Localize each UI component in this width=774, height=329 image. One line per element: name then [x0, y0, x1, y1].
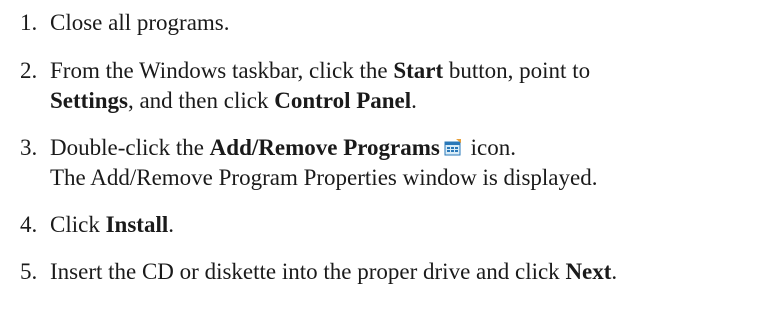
- step-number: 3.: [20, 135, 38, 160]
- step-3-line1-prefix: Double-click the: [50, 135, 210, 160]
- step-2-line2-end: .: [411, 88, 417, 113]
- step-text: Double-click the Add/Remove Programs ico…: [50, 133, 770, 193]
- step-3: 3. Double-click the Add/Remove Programs …: [20, 133, 770, 193]
- step-text: Insert the CD or diskette into the prope…: [50, 257, 770, 287]
- control-panel-label: Control Panel: [274, 88, 412, 113]
- step-text: From the Windows taskbar, click the Star…: [50, 56, 770, 116]
- step-4-suffix: .: [168, 212, 174, 237]
- step-5-prefix: Insert the CD or diskette into the prope…: [50, 259, 566, 284]
- step-4: 4. Click Install.: [20, 210, 770, 240]
- start-label: Start: [393, 58, 444, 83]
- step-number: 1.: [20, 10, 38, 35]
- step-1-text: Close all programs.: [50, 10, 230, 35]
- step-2-line1-prefix: From the Windows taskbar, click the: [50, 58, 394, 83]
- step-4-prefix: Click: [50, 212, 106, 237]
- step-1: 1. Close all programs.: [20, 8, 770, 38]
- step-3-line2: The Add/Remove Program Properties window…: [50, 165, 598, 190]
- step-text: Click Install.: [50, 210, 770, 240]
- step-3-line1-suffix: icon.: [464, 135, 516, 160]
- add-remove-programs-icon: [444, 134, 462, 156]
- next-label: Next: [565, 259, 612, 284]
- step-text: Close all programs.: [50, 8, 770, 38]
- step-2-line2-mid: , and then click: [127, 88, 275, 113]
- step-5: 5. Insert the CD or diskette into the pr…: [20, 257, 770, 287]
- step-2-line1-suffix: button, point to: [443, 58, 591, 83]
- install-label: Install: [105, 212, 169, 237]
- step-5-suffix: .: [611, 259, 618, 284]
- step-2: 2. From the Windows taskbar, click the S…: [20, 56, 770, 116]
- step-number: 2.: [20, 58, 38, 83]
- step-number: 5.: [20, 259, 38, 284]
- add-remove-programs-label: Add/Remove Programs: [209, 135, 440, 160]
- settings-label: Settings: [50, 88, 128, 113]
- step-number: 4.: [20, 212, 38, 237]
- installation-steps-list: 1. Close all programs. 2. From the Windo…: [20, 8, 770, 287]
